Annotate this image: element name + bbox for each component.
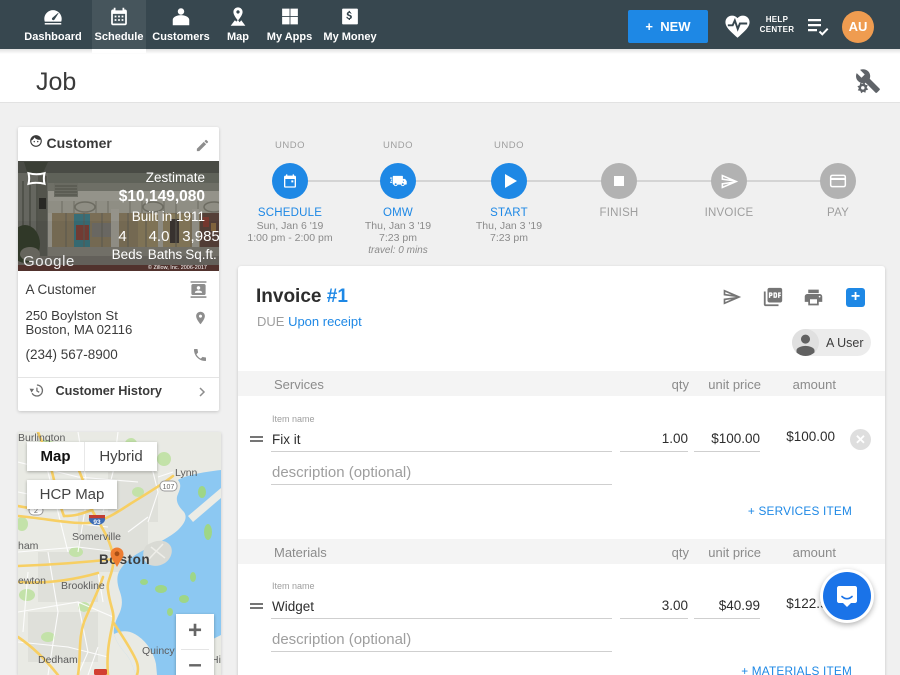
svg-text:Bo ston: Bo ston xyxy=(99,552,150,567)
svg-text:ham: ham xyxy=(18,540,39,552)
svg-text:2: 2 xyxy=(34,508,38,515)
svg-text:Quincy: Quincy xyxy=(142,645,175,657)
svg-text:Lynn: Lynn xyxy=(175,467,198,479)
svg-text:93: 93 xyxy=(93,519,101,526)
svg-text:Brookline: Brookline xyxy=(61,580,105,592)
svg-text:107: 107 xyxy=(163,484,175,491)
svg-text:ewton: ewton xyxy=(18,575,46,587)
svg-text:Somerville: Somerville xyxy=(72,531,121,543)
svg-text:Dedham: Dedham xyxy=(38,654,78,666)
